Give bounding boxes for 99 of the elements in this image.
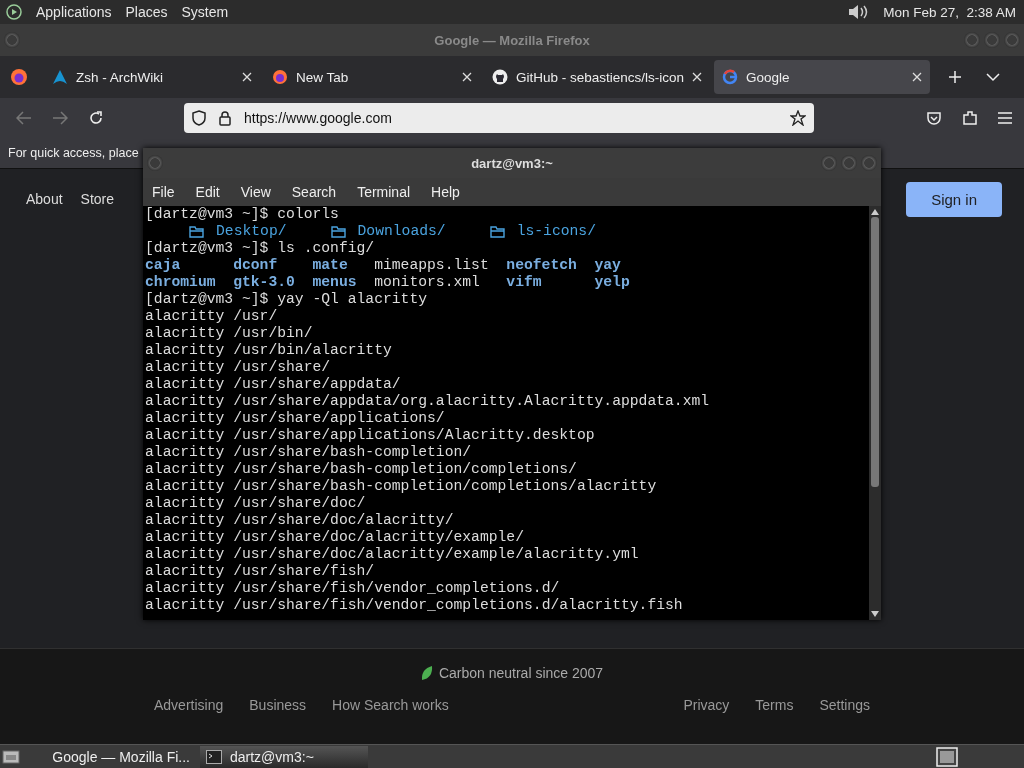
browser-tab[interactable]: Google <box>714 60 931 94</box>
terminal-line: alacritty /usr/share/bash-completion/completions/ <box>145 461 578 478</box>
puzzle-icon[interactable] <box>962 110 978 126</box>
close-icon[interactable] <box>242 72 252 82</box>
terminal-line: alacritty /usr/share/bash-completion/completions/alacritty <box>145 478 658 495</box>
reload-icon[interactable] <box>88 110 104 126</box>
menu-item[interactable]: Terminal <box>357 184 411 200</box>
speaker-icon[interactable] <box>847 2 870 22</box>
file-name: mimeapps.list <box>374 257 490 274</box>
terminal-line: [dartz@vm3 ~]$ ls .config/ <box>145 240 376 257</box>
terminal-line: alacritty /usr/share/doc/alacritty/example/alacritty.yml <box>145 546 640 563</box>
menu-icon[interactable] <box>998 112 1012 124</box>
footer-link[interactable]: Privacy <box>683 697 730 713</box>
panel-menu[interactable]: Places <box>125 4 168 20</box>
sign-in-button[interactable]: Sign in <box>906 181 1002 217</box>
menu-item[interactable]: File <box>152 184 175 200</box>
file-name: menus <box>312 274 358 291</box>
firefox-logo-icon <box>272 69 288 85</box>
forward-arrow-icon[interactable] <box>52 111 68 125</box>
page-link[interactable]: Store <box>80 191 115 207</box>
bookmarks-hint: For quick access, place <box>8 146 139 160</box>
terminal-line: alacritty /usr/share/appdata/ <box>145 376 402 393</box>
footer-link[interactable]: How Search works <box>332 697 449 713</box>
terminal-line: alacritty /usr/share/bash-completion/ <box>145 444 473 461</box>
terminal-line: alacritty /usr/share/doc/alacritty/example/ <box>145 529 525 546</box>
terminal-line: alacritty /usr/bin/alacritty <box>145 342 393 359</box>
file-name: mate <box>312 257 349 274</box>
terminal-line: alacritty /usr/ <box>145 308 279 325</box>
close-icon[interactable] <box>692 72 703 82</box>
footer-link[interactable]: Advertising <box>154 697 224 713</box>
shield-icon <box>192 110 206 126</box>
file-name: neofetch <box>506 257 578 274</box>
close-icon[interactable] <box>462 72 472 82</box>
chevron-down-icon[interactable] <box>986 72 1001 82</box>
browser-tab[interactable]: Zsh - ArchWiki <box>44 60 260 94</box>
panel-menu[interactable]: Applications <box>36 4 112 20</box>
terminal-line: alacritty /usr/share/fish/vendor_completions.d/alacritty.fish <box>145 597 684 614</box>
menu-item[interactable]: View <box>240 184 271 200</box>
file-name: yay <box>594 257 622 274</box>
file-name: vifm <box>506 274 543 291</box>
terminal-line: alacritty /usr/share/applications/Alacritty.desktop <box>145 427 596 444</box>
footer-link[interactable]: Terms <box>755 697 794 713</box>
terminal-line: alacritty /usr/share/doc/ <box>145 495 367 512</box>
menu-item[interactable]: Help <box>431 184 460 200</box>
terminal-line: alacritty /usr/share/ <box>145 359 332 376</box>
scroll-down-icon[interactable] <box>871 611 879 617</box>
folder-icon <box>189 225 205 238</box>
menu-item[interactable]: Edit <box>195 184 220 200</box>
new-tab-icon[interactable] <box>948 70 963 84</box>
menu-item[interactable]: Search <box>291 184 337 200</box>
address-bar[interactable]: https://www.google.com <box>184 103 814 133</box>
panel-menu[interactable]: System <box>181 4 229 20</box>
scrollbar-thumb[interactable] <box>871 217 879 487</box>
file-name: monitors.xml <box>374 274 481 291</box>
terminal-line: alacritty /usr/share/applications/ <box>145 410 446 427</box>
folder-icon <box>330 225 347 238</box>
taskbar-button[interactable]: dartz@vm3:~ <box>200 745 368 768</box>
terminal-line: alacritty /usr/share/fish/ <box>145 563 376 580</box>
browser-tab[interactable]: GitHub - sebastiencs/ls-icon <box>484 60 711 94</box>
footer-link[interactable]: Settings <box>819 697 870 713</box>
file-name: gtk-3.0 <box>233 274 296 291</box>
close-icon[interactable] <box>912 72 923 82</box>
firefox-logo-icon[interactable] <box>10 68 28 86</box>
workspace-icon[interactable] <box>936 746 958 767</box>
terminal-line: [dartz@vm3 ~]$ yay -Ql alacritty <box>145 291 429 308</box>
file-name: chromium <box>145 274 217 291</box>
leaf-icon <box>420 665 433 681</box>
back-arrow-icon[interactable] <box>16 111 32 125</box>
window-title: Google — Mozilla Firefox <box>434 32 590 48</box>
file-name: caja <box>145 257 182 274</box>
footer-link[interactable]: Business <box>249 697 307 713</box>
terminal-line: alacritty /usr/share/doc/alacritty/ <box>145 512 455 529</box>
google-logo-icon <box>722 69 739 85</box>
carbon-neutral-text: Carbon neutral since 2007 <box>438 665 604 681</box>
page-link[interactable]: About <box>26 191 63 207</box>
folder-name: ls-icons/ <box>516 223 596 240</box>
folder-name: Downloads/ <box>357 223 446 240</box>
octocat-logo-icon <box>492 69 508 85</box>
window-title: dartz@vm3:~ <box>471 155 553 171</box>
scrollbar[interactable] <box>869 206 881 620</box>
lock-icon <box>218 110 232 126</box>
menu-logo-icon[interactable] <box>6 4 22 20</box>
terminal-line: alacritty /usr/bin/ <box>145 325 314 342</box>
file-name: dconf <box>233 257 279 274</box>
folder-icon <box>489 225 506 238</box>
terminal-line: alacritty /usr/share/fish/vendor_completions.d/ <box>145 580 561 597</box>
browser-tab[interactable]: New Tab <box>264 60 480 94</box>
file-name: yelp <box>594 274 631 291</box>
terminal-line: alacritty /usr/share/appdata/org.alacritty.Alacritty.appdata.xml <box>145 393 711 410</box>
scroll-up-icon[interactable] <box>871 209 879 215</box>
arch-logo-icon <box>52 69 68 85</box>
pocket-icon[interactable] <box>926 110 942 126</box>
folder-name: Desktop/ <box>216 223 287 240</box>
desktop-icon[interactable] <box>2 748 20 765</box>
terminal-icon <box>206 749 222 764</box>
terminal-line: [dartz@vm3 ~]$ colorls <box>145 206 340 223</box>
taskbar-button[interactable]: Google — Mozilla Fi... <box>38 745 196 768</box>
star-icon[interactable] <box>790 110 806 126</box>
clock[interactable]: Mon Feb 27, 2:38 AM <box>883 4 1016 20</box>
